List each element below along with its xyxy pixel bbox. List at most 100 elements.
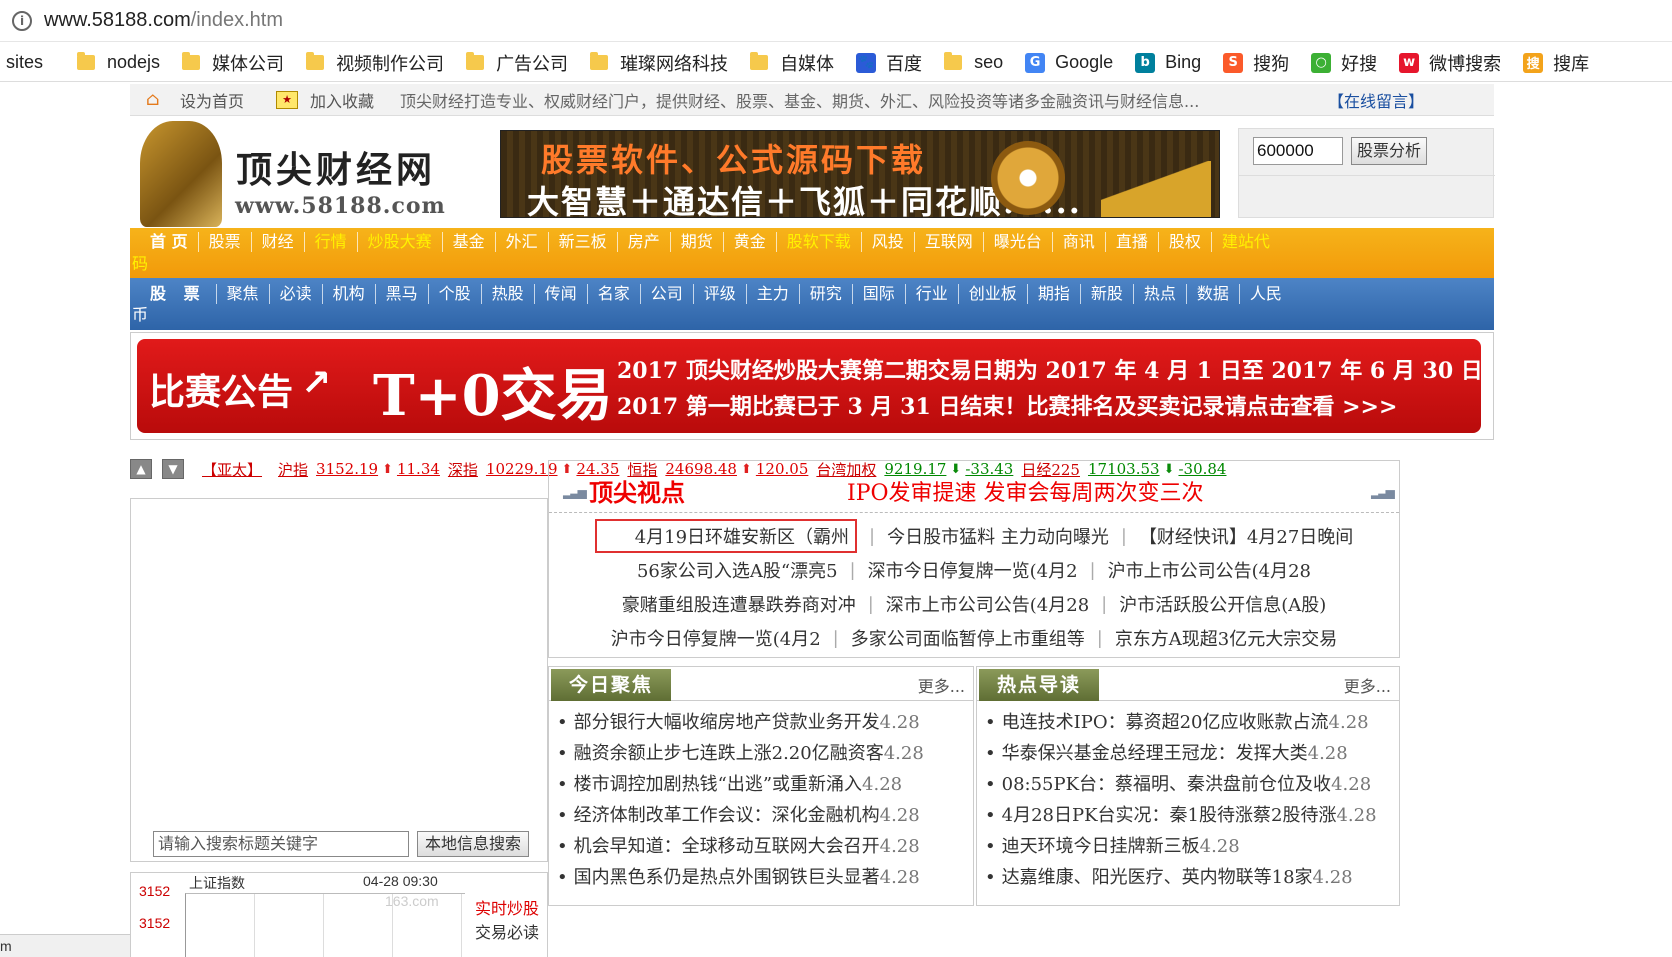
main-nav-item[interactable]: 建站代 [1212,232,1280,252]
viewpoint-link[interactable]: 深市今日停复牌一览(4月2 [868,557,1078,583]
message-link[interactable]: 【在线留言】 [1328,88,1424,112]
search-input[interactable]: 请输入搜索标题关键字 [153,831,409,857]
viewpoint-link[interactable]: 沪市今日停复牌一览(4月2 [611,625,821,651]
bookmark-item[interactable]: nodejs [77,52,160,73]
contest-banner[interactable]: 比赛公告 ↗ T+0交易 2017 顶尖财经炒股大赛第二期交易日期为 2017 … [130,332,1494,440]
viewpoint-headline[interactable]: IPO发审提速 发审会每周两次变三次 [847,475,1204,507]
viewpoint-link[interactable]: 沪市上市公司公告(4月28 [1108,557,1311,583]
list-item[interactable]: 08:55PK台：蔡福明、秦洪盘前仓位及收4.28 [985,769,1399,800]
bookmark-item[interactable]: 广告公司 [466,50,568,76]
stock-nav-item[interactable]: 机构 [323,284,376,304]
viewpoint-link[interactable]: 今日股市猛料 主力动向曝光 [887,523,1109,549]
list-item[interactable]: 迪天环境今日挂牌新三板4.28 [985,831,1399,862]
main-nav-item[interactable]: 期货 [671,232,724,252]
main-nav-item[interactable]: 财经 [252,232,305,252]
bookmark-item[interactable]: seo [944,52,1003,73]
bookmark-item[interactable]: S 搜狗 [1223,50,1289,76]
viewpoint-link[interactable]: 【财经快讯】4月27日晚间 [1139,523,1353,549]
list-item[interactable]: 电连技术IPO：募资超20亿应收账款占流4.28 [985,707,1399,738]
main-nav-item[interactable]: 黄金 [724,232,777,252]
software-download-banner[interactable]: 股票软件、公式源码下载 大智慧＋通达信＋飞狐＋同花顺...... [500,130,1220,218]
list-item[interactable]: 融资余额止步七连跌上涨2.20亿融资客4.28 [557,738,973,769]
stock-code-input[interactable]: 600000 [1253,137,1343,165]
stock-nav-item[interactable]: 研究 [800,284,853,304]
trading-guide-link[interactable]: 交易必读 [475,921,545,945]
bookmark-item[interactable]: 媒体公司 [182,50,284,76]
stock-nav-item[interactable]: 公司 [641,284,694,304]
stock-nav-item[interactable]: 热股 [482,284,535,304]
bookmark-item[interactable]: b Bing [1135,52,1201,73]
add-favorite-link[interactable]: ★ 加入收藏 [266,88,374,112]
address-bar[interactable]: i www.58188.com/index.htm [0,0,1672,42]
hot-read-tab[interactable]: 热点导读 [979,669,1100,701]
ticker-region[interactable]: 【亚太】 [202,459,262,480]
stock-nav-item[interactable]: 创业板 [959,284,1028,304]
main-nav-item[interactable]: 直播 [1106,232,1159,252]
viewpoint-link[interactable]: 深市上市公司公告(4月28 [886,591,1089,617]
list-item[interactable]: 达嘉维康、阳光医疗、英内物联等18家4.28 [985,862,1399,893]
stock-nav-item[interactable]: 人民 [1240,284,1292,304]
bookmark-item[interactable]: 璀璨网络科技 [590,50,728,76]
scroll-up-icon[interactable]: ▲ [130,459,152,479]
bookmark-item[interactable]: 🐾 百度 [856,50,922,76]
stock-nav-item[interactable]: 行业 [906,284,959,304]
index-name[interactable]: 深指 [448,459,478,480]
main-nav-item[interactable]: 房产 [618,232,671,252]
info-icon[interactable]: i [12,10,32,31]
stock-nav-item[interactable]: 黑马 [376,284,429,304]
bookmark-item[interactable]: w 微博搜索 [1399,50,1501,76]
viewpoint-link[interactable]: 沪市活跃股公开信息(A股) [1119,591,1326,617]
url-text[interactable]: www.58188.com/index.htm [44,9,283,32]
stock-nav-item[interactable]: 主力 [747,284,800,304]
index-name[interactable]: 沪指 [278,459,308,480]
local-search-button[interactable]: 本地信息搜索 [417,831,529,857]
stock-nav-item[interactable]: 个股 [429,284,482,304]
hot-read-more-link[interactable]: 更多... [1344,673,1391,697]
stock-nav-item[interactable]: 评级 [694,284,747,304]
index-chart[interactable]: 上证指数 04-28 09:30 3152 3152 163.com 实时炒股 … [130,872,548,957]
stock-nav-item[interactable]: 名家 [588,284,641,304]
bookmark-item[interactable]: 视频制作公司 [306,50,444,76]
main-nav-item[interactable]: 首 页 [130,232,199,252]
viewpoint-link[interactable]: 4月19日环雄安新区（霸州 [594,519,858,553]
stock-analysis-button[interactable]: 股票分析 [1351,137,1427,165]
stock-nav-item[interactable]: 热点 [1134,284,1187,304]
stock-nav-item[interactable]: 传闻 [535,284,588,304]
scroll-down-icon[interactable]: ▼ [162,459,184,479]
list-item[interactable]: 华泰保兴基金总经理王冠龙：发挥大类4.28 [985,738,1399,769]
stock-nav-item[interactable]: 新股 [1081,284,1134,304]
today-focus-more-link[interactable]: 更多... [918,673,965,697]
realtime-trading-link[interactable]: 实时炒股 [475,897,545,921]
stock-nav-item[interactable]: 国际 [853,284,906,304]
stock-nav-item[interactable]: 聚焦 [217,284,270,304]
bookmark-item[interactable]: ○ 好搜 [1311,50,1377,76]
main-nav-item[interactable]: 互联网 [915,232,984,252]
list-item[interactable]: 4月28日PK台实况：秦1股待涨蔡2股待涨4.28 [985,800,1399,831]
main-nav-item[interactable]: 风投 [862,232,915,252]
list-item[interactable]: 经济体制改革工作会议：深化金融机构4.28 [557,800,973,831]
site-logo[interactable]: 顶尖财经网 www.58188.com [130,121,450,227]
stock-nav-item[interactable]: 必读 [270,284,323,304]
list-item[interactable]: 楼市调控加剧热钱“出逃”或重新涌入4.28 [557,769,973,800]
main-nav-item[interactable]: 新三板 [549,232,618,252]
index-change[interactable]: 11.34 [397,460,440,478]
main-nav-item[interactable]: 行情 [305,232,358,252]
main-nav-item[interactable]: 外汇 [496,232,549,252]
today-focus-tab[interactable]: 今日聚焦 [551,669,672,701]
bookmark-item[interactable]: sites [6,52,43,73]
main-nav-item[interactable]: 商讯 [1053,232,1106,252]
viewpoint-link[interactable]: 豪赌重组股连遭暴跌券商对冲 [622,591,856,617]
list-item[interactable]: 部分银行大幅收缩房地产贷款业务开发4.28 [557,707,973,738]
list-item[interactable]: 机会早知道：全球移动互联网大会召开4.28 [557,831,973,862]
viewpoint-link[interactable]: 京东方A现超3亿元大宗交易 [1115,625,1337,651]
index-value[interactable]: 10229.19 [486,460,558,478]
stock-nav-item[interactable]: 期指 [1028,284,1081,304]
stock-nav-overflow[interactable]: 币 [132,306,148,324]
bookmark-item[interactable]: G Google [1025,52,1113,73]
main-nav-item[interactable]: 股权 [1159,232,1212,252]
list-item[interactable]: 国内黑色系仍是热点外围钢铁巨头显著4.28 [557,862,973,893]
viewpoint-link[interactable]: 56家公司入选A股“漂亮5 [637,557,838,583]
main-nav-item[interactable]: 股软下载 [777,232,862,252]
viewpoint-link[interactable]: 多家公司面临暂停上市重组等 [851,625,1085,651]
main-nav-item[interactable]: 炒股大赛 [358,232,443,252]
